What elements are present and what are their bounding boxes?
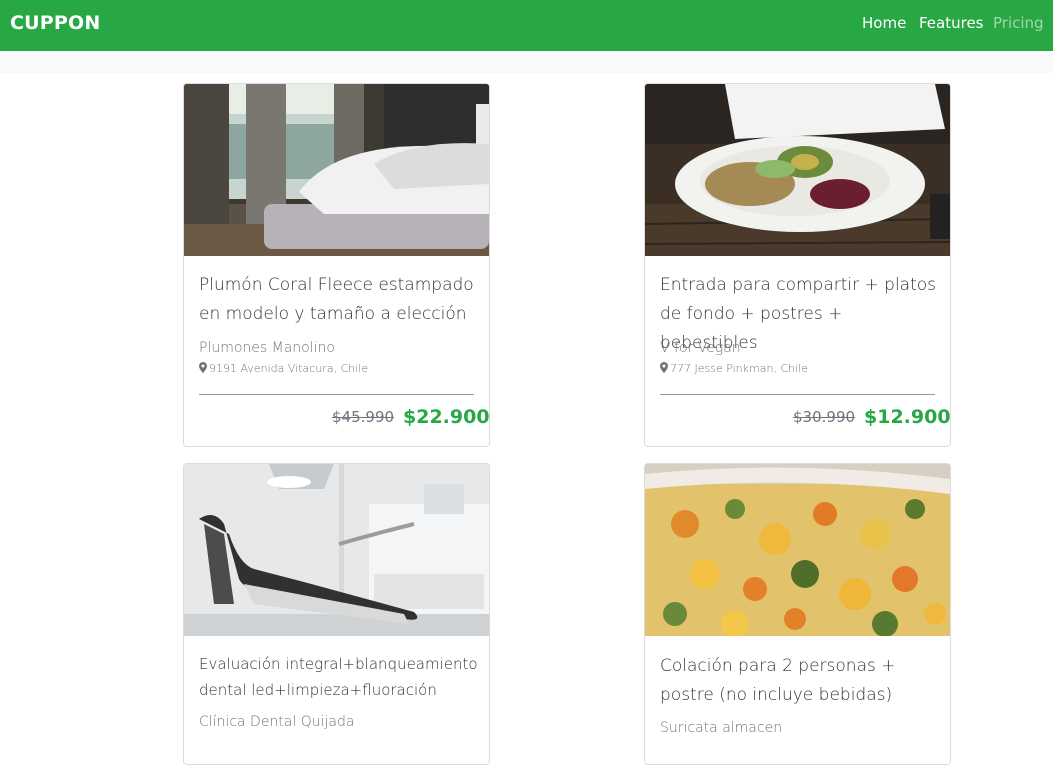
deal-card[interactable]: Colación para 2 personas + postre (no in… [644,463,951,765]
deal-title[interactable]: Colación para 2 personas + postre (no in… [660,652,940,710]
nav-link-pricing[interactable]: Pricing [993,14,1044,32]
nav-link-home[interactable]: Home [862,14,906,32]
deal-card[interactable]: Entrada para compartir + platos de fondo… [644,83,951,447]
salad-plate-photo [645,84,950,256]
brand-logo[interactable]: CUPPON [10,12,100,34]
original-price: $30.990 [793,408,856,426]
divider [199,394,474,395]
bedroom-photo [184,84,489,256]
deal-address: 777 Jesse Pinkman, Chile [660,362,808,376]
original-price: $45.990 [332,408,395,426]
navbar: CUPPON Home Features Pricing [0,0,1053,51]
discount-price: $22.900 [403,406,490,428]
map-marker-icon [660,362,668,376]
deal-title[interactable]: Plumón Coral Fleece estampado en modelo … [199,271,479,329]
map-marker-icon [199,362,207,376]
deal-title[interactable]: Evaluación integral+blanqueamiento denta… [199,651,479,703]
address-text: 777 Jesse Pinkman, Chile [670,362,808,375]
subheader-strip [0,51,1053,73]
merchant-name: Suricata almacen [660,720,783,736]
merchant-name: Clínica Dental Quijada [199,714,355,730]
discount-price: $12.900 [864,406,951,428]
merchant-name: V for Vegan [660,340,741,356]
nav-link-features[interactable]: Features [919,14,984,32]
deal-address: 9191 Avenida Vitacura, Chile [199,362,368,376]
dental-chair-photo [184,464,489,636]
address-text: 9191 Avenida Vitacura, Chile [209,362,369,375]
vegetable-dish-photo [645,464,950,636]
deal-card[interactable]: Plumón Coral Fleece estampado en modelo … [183,83,490,447]
merchant-name: Plumones Manolino [199,340,335,356]
deal-card[interactable]: Evaluación integral+blanqueamiento denta… [183,463,490,765]
divider [660,394,935,395]
